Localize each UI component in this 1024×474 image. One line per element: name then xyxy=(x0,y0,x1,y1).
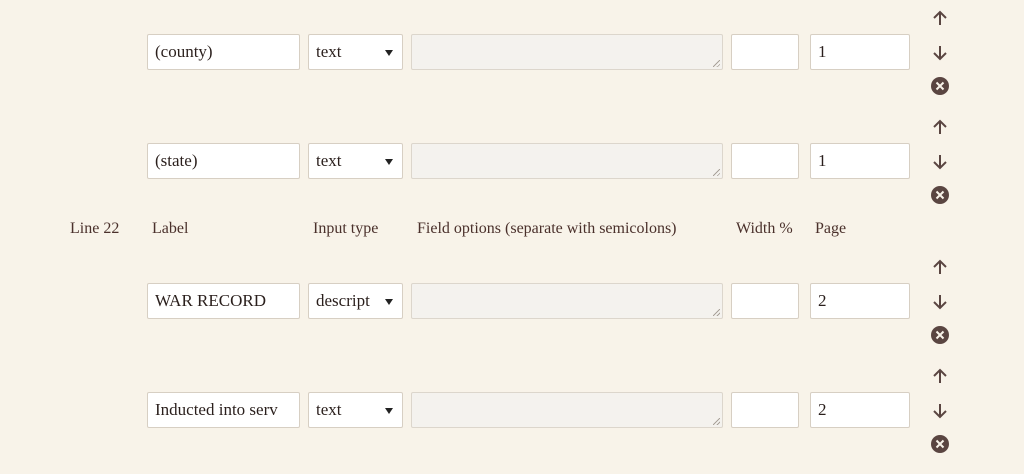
width-input[interactable] xyxy=(731,143,799,179)
page-input[interactable]: 1 xyxy=(810,143,910,179)
move-down-icon[interactable] xyxy=(929,41,951,63)
page-column-header: Page xyxy=(815,220,847,237)
remove-row-icon[interactable] xyxy=(929,433,951,455)
width-input[interactable] xyxy=(731,283,799,319)
width-input[interactable] xyxy=(731,34,799,70)
input-type-value: text xyxy=(316,151,342,170)
field-options-textarea[interactable] xyxy=(411,143,723,179)
input-type-select[interactable]: text xyxy=(308,143,403,179)
width-input[interactable] xyxy=(731,392,799,428)
input-type-select[interactable]: descript xyxy=(308,283,403,319)
chevron-down-icon xyxy=(385,159,393,165)
label-input[interactable]: (county) xyxy=(147,34,300,70)
move-down-icon[interactable] xyxy=(929,399,951,421)
input-type-select[interactable]: text xyxy=(308,392,403,428)
chevron-down-icon xyxy=(385,50,393,56)
resize-grip-icon[interactable] xyxy=(713,309,720,316)
move-up-icon[interactable] xyxy=(929,366,951,388)
input-type-value: descript xyxy=(316,291,370,310)
field-row: (county) text 1 xyxy=(0,8,1024,95)
width-column-header: Width % xyxy=(736,220,793,237)
resize-grip-icon[interactable] xyxy=(713,60,720,67)
chevron-down-icon xyxy=(385,408,393,414)
field-row: Inducted into serv text 2 xyxy=(0,366,1024,453)
resize-grip-icon[interactable] xyxy=(713,169,720,176)
input-type-value: text xyxy=(316,400,342,419)
field-options-column-header: Field options (separate with semicolons) xyxy=(417,220,677,237)
line-number: Line 22 xyxy=(70,220,120,237)
input-type-value: text xyxy=(316,42,342,61)
field-row: (state) text 1 xyxy=(0,117,1024,204)
page-input[interactable]: 2 xyxy=(810,392,910,428)
field-options-textarea[interactable] xyxy=(411,283,723,319)
field-options-textarea[interactable] xyxy=(411,392,723,428)
move-up-icon[interactable] xyxy=(929,8,951,30)
remove-row-icon[interactable] xyxy=(929,184,951,206)
field-row: WAR RECORD descript 2 xyxy=(0,257,1024,344)
remove-row-icon[interactable] xyxy=(929,324,951,346)
input-type-select[interactable]: text xyxy=(308,34,403,70)
move-up-icon[interactable] xyxy=(929,257,951,279)
remove-row-icon[interactable] xyxy=(929,75,951,97)
move-down-icon[interactable] xyxy=(929,290,951,312)
page-input[interactable]: 2 xyxy=(810,283,910,319)
move-up-icon[interactable] xyxy=(929,117,951,139)
chevron-down-icon xyxy=(385,299,393,305)
label-column-header: Label xyxy=(152,220,189,237)
label-input[interactable]: (state) xyxy=(147,143,300,179)
label-input[interactable]: Inducted into serv xyxy=(147,392,300,428)
label-input[interactable]: WAR RECORD xyxy=(147,283,300,319)
resize-grip-icon[interactable] xyxy=(713,418,720,425)
field-options-textarea[interactable] xyxy=(411,34,723,70)
input-type-column-header: Input type xyxy=(313,220,379,237)
move-down-icon[interactable] xyxy=(929,150,951,172)
page-input[interactable]: 1 xyxy=(810,34,910,70)
